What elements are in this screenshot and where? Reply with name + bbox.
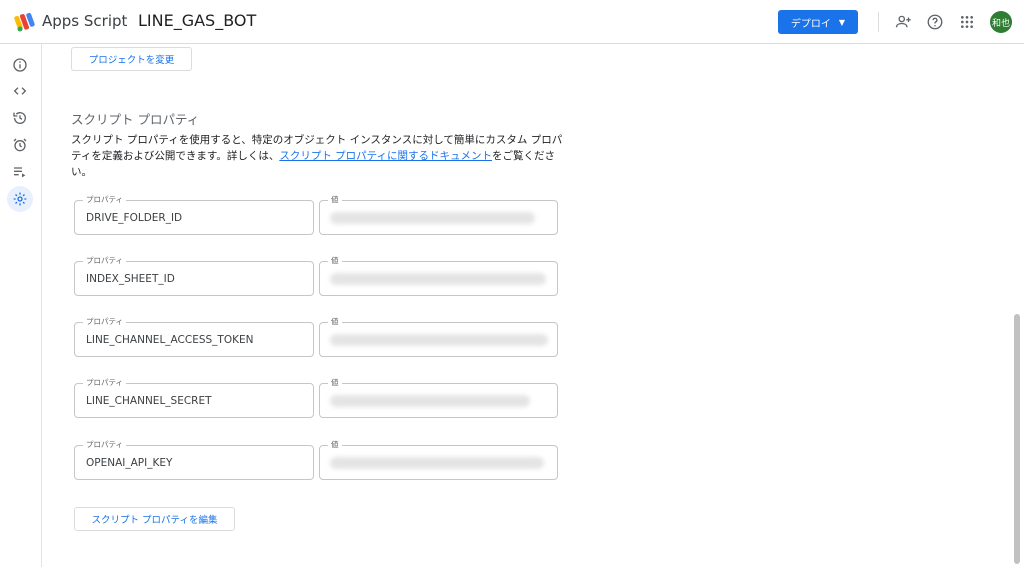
property-value-field[interactable]: 値 xyxy=(319,256,558,296)
info-icon[interactable] xyxy=(9,54,31,76)
divider xyxy=(878,12,879,32)
history-icon[interactable] xyxy=(9,107,31,129)
caret-down-icon: ▼ xyxy=(838,17,846,27)
redacted-value xyxy=(330,273,546,285)
value-label: 値 xyxy=(328,195,342,205)
property-key: INDEX_SHEET_ID xyxy=(86,273,175,285)
property-label: プロパティ xyxy=(83,256,127,266)
property-key-field[interactable]: プロパティ LINE_CHANNEL_SECRET xyxy=(74,378,314,418)
property-key-field[interactable]: プロパティ INDEX_SHEET_ID xyxy=(74,256,314,296)
property-key: OPENAI_API_KEY xyxy=(86,457,173,469)
left-rail xyxy=(0,44,42,567)
property-key-field[interactable]: プロパティ LINE_CHANNEL_ACCESS_TOKEN xyxy=(74,317,314,357)
redacted-value xyxy=(330,457,544,469)
apps-grid-icon[interactable] xyxy=(957,12,977,32)
value-label: 値 xyxy=(328,440,342,450)
change-project-button[interactable]: プロジェクトを変更 xyxy=(71,47,192,71)
property-value-field[interactable]: 値 xyxy=(319,195,558,235)
value-label: 値 xyxy=(328,317,342,327)
settings-icon[interactable] xyxy=(7,186,33,212)
property-label: プロパティ xyxy=(83,317,127,327)
add-person-icon[interactable] xyxy=(894,12,914,32)
value-label: 値 xyxy=(328,256,342,266)
property-value-field[interactable]: 値 xyxy=(319,440,558,480)
redacted-value xyxy=(330,212,535,224)
property-label: プロパティ xyxy=(83,378,127,388)
section-title: スクリプト プロパティ xyxy=(71,112,200,127)
code-icon[interactable] xyxy=(9,80,31,102)
scrollbar[interactable] xyxy=(1014,314,1020,564)
app-name: Apps Script xyxy=(42,12,128,30)
redacted-value xyxy=(330,395,530,407)
property-label: プロパティ xyxy=(83,440,127,450)
property-key: DRIVE_FOLDER_ID xyxy=(86,212,183,224)
property-key-field[interactable]: プロパティ DRIVE_FOLDER_ID xyxy=(74,195,314,235)
redacted-value xyxy=(330,334,548,346)
edit-properties-button[interactable]: スクリプト プロパティを編集 xyxy=(74,507,235,531)
value-label: 値 xyxy=(328,378,342,388)
avatar[interactable]: 和也 xyxy=(990,11,1012,33)
executions-icon[interactable] xyxy=(9,161,31,183)
top-bar: Apps Script LINE_GAS_BOT デプロイ ▼ 和也 xyxy=(0,0,1024,44)
property-key-field[interactable]: プロパティ OPENAI_API_KEY xyxy=(74,440,314,480)
property-value-field[interactable]: 値 xyxy=(319,378,558,418)
alarm-icon[interactable] xyxy=(9,134,31,156)
help-icon[interactable] xyxy=(925,12,945,32)
description: スクリプト プロパティを使用すると、特定のオブジェクト インスタンスに対して簡単… xyxy=(71,132,566,180)
apps-script-logo[interactable] xyxy=(14,11,38,33)
property-label: プロパティ xyxy=(83,195,127,205)
deploy-label: デプロイ xyxy=(790,18,831,30)
property-value-field[interactable]: 値 xyxy=(319,317,558,357)
docs-link[interactable]: スクリプト プロパティに関するドキュメント xyxy=(279,150,492,162)
property-key: LINE_CHANNEL_SECRET xyxy=(86,395,212,407)
project-title[interactable]: LINE_GAS_BOT xyxy=(138,11,256,30)
deploy-button[interactable]: デプロイ ▼ xyxy=(778,10,858,34)
property-key: LINE_CHANNEL_ACCESS_TOKEN xyxy=(86,334,254,346)
